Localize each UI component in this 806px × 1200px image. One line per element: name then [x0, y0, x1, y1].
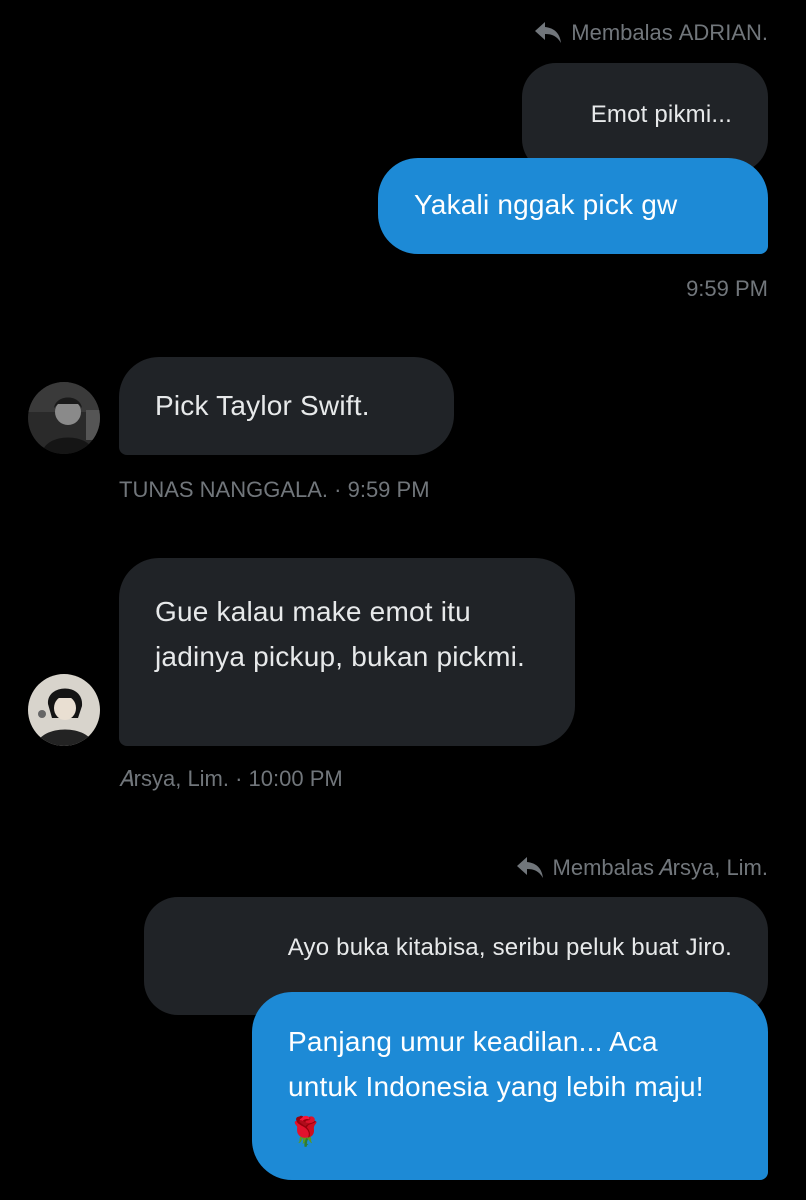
received-message[interactable]: Pick Taylor Swift. [119, 357, 454, 455]
reply-indicator: Membalas ADRIAN. [533, 20, 768, 46]
message-sender-time: 𝐴rsya, Lim. · 10:00 PM [119, 766, 343, 791]
reply-indicator: Membalas 𝐴rsya, Lim. [515, 855, 768, 881]
sent-message[interactable]: Panjang umur keadilan... Aca untuk Indon… [252, 992, 768, 1180]
reply-prefix: Membalas [571, 20, 673, 45]
sent-message[interactable]: Yakali nggak pick gw [378, 158, 768, 254]
sent-message-text: Yakali nggak pick gw [414, 189, 678, 220]
message-sender-time: TUNAS NANGGALA. · 9:59 PM [119, 477, 430, 502]
quoted-message[interactable]: Emot pikmi... [522, 63, 768, 173]
reply-target-name: ADRIAN. [678, 20, 768, 45]
quoted-message-text: Emot pikmi... [590, 101, 732, 128]
quoted-message-text: Ayo buka kitabisa, seribu peluk buat Jir… [287, 934, 732, 961]
avatar[interactable] [28, 674, 100, 746]
reply-arrow-icon [533, 20, 563, 46]
reply-arrow-icon [515, 855, 545, 881]
received-message[interactable]: Gue kalau make emot itu jadinya pickup, … [119, 558, 575, 746]
message-timestamp: 9:59 PM [686, 276, 768, 301]
received-message-text: Gue kalau make emot itu jadinya pickup, … [155, 596, 525, 672]
sent-message-text: Panjang umur keadilan... Aca untuk Indon… [288, 1026, 704, 1147]
received-message-text: Pick Taylor Swift. [155, 390, 370, 421]
reply-target-name: 𝐴rsya, Lim. [658, 855, 768, 880]
avatar[interactable] [28, 382, 100, 454]
reply-prefix: Membalas [552, 855, 654, 880]
